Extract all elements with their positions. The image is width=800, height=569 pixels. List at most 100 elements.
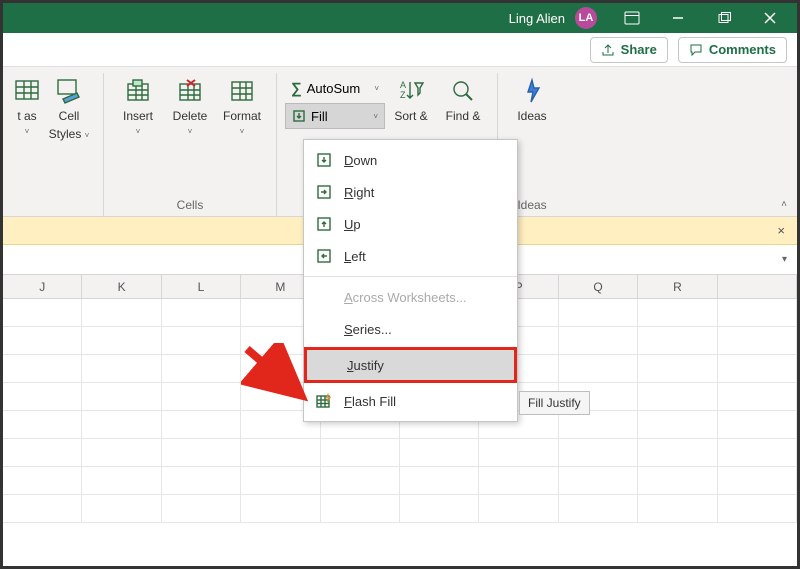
share-label: Share <box>621 42 657 57</box>
grid-cell[interactable] <box>82 383 161 411</box>
grid-cell[interactable] <box>718 467 797 495</box>
grid-cell[interactable] <box>321 495 400 523</box>
grid-cell[interactable] <box>82 299 161 327</box>
grid-cell[interactable] <box>3 411 82 439</box>
grid-cell[interactable] <box>638 327 717 355</box>
grid-cell[interactable] <box>718 299 797 327</box>
insert-button[interactable]: Insert ˅ <box>112 73 164 140</box>
fill-justify-menuitem[interactable]: Justify <box>304 347 517 383</box>
grid-cell[interactable] <box>82 327 161 355</box>
close-window-button[interactable] <box>749 3 791 33</box>
grid-cell[interactable] <box>82 355 161 383</box>
grid-cell[interactable] <box>638 383 717 411</box>
grid-cell[interactable] <box>3 467 82 495</box>
grid-cell[interactable] <box>559 439 638 467</box>
grid-cell[interactable] <box>718 439 797 467</box>
grid-cell[interactable] <box>162 383 241 411</box>
grid-cell[interactable] <box>638 495 717 523</box>
grid-cell[interactable] <box>400 439 479 467</box>
grid-row <box>3 495 797 523</box>
grid-cell[interactable] <box>559 411 638 439</box>
grid-cell[interactable] <box>321 439 400 467</box>
column-header[interactable]: L <box>162 275 241 298</box>
column-header[interactable]: R <box>638 275 717 298</box>
grid-cell[interactable] <box>241 439 320 467</box>
maximize-button[interactable] <box>703 3 745 33</box>
column-header[interactable] <box>718 275 797 298</box>
grid-cell[interactable] <box>162 467 241 495</box>
grid-cell[interactable] <box>479 467 558 495</box>
grid-cell[interactable] <box>638 467 717 495</box>
delete-button[interactable]: Delete ˅ <box>164 73 216 140</box>
fill-right-menuitem[interactable]: Right <box>304 176 517 208</box>
grid-cell[interactable] <box>82 411 161 439</box>
grid-cell[interactable] <box>162 355 241 383</box>
grid-cell[interactable] <box>559 495 638 523</box>
fill-down-menuitem[interactable]: DDownown <box>304 144 517 176</box>
fill-button[interactable]: Fill ˅ <box>285 103 385 129</box>
ideas-button[interactable]: Ideas <box>506 73 558 127</box>
grid-cell[interactable] <box>400 495 479 523</box>
grid-cell[interactable] <box>718 411 797 439</box>
grid-cell[interactable] <box>718 383 797 411</box>
fill-left-menuitem[interactable]: Left <box>304 240 517 272</box>
grid-row <box>3 439 797 467</box>
grid-cell[interactable] <box>638 439 717 467</box>
grid-cell[interactable] <box>162 411 241 439</box>
expand-formula-bar-button[interactable]: ▾ <box>782 254 787 265</box>
grid-cell[interactable] <box>718 355 797 383</box>
cell-styles-button[interactable]: Cell Styles ˅ <box>43 73 95 145</box>
fill-up-menuitem[interactable]: Up <box>304 208 517 240</box>
column-header[interactable]: J <box>3 275 82 298</box>
down-arrow-icon <box>316 152 332 168</box>
minimize-button[interactable] <box>657 3 699 33</box>
grid-cell[interactable] <box>3 439 82 467</box>
grid-cell[interactable] <box>241 467 320 495</box>
grid-cell[interactable] <box>162 439 241 467</box>
autosum-button[interactable]: ∑ AutoSum ˅ <box>285 75 385 101</box>
grid-cell[interactable] <box>3 299 82 327</box>
grid-cell[interactable] <box>82 439 161 467</box>
sigma-icon: ∑ <box>291 80 302 97</box>
grid-cell[interactable] <box>3 383 82 411</box>
format-button[interactable]: Format ˅ <box>216 73 268 140</box>
grid-cell[interactable] <box>638 411 717 439</box>
grid-cell[interactable] <box>400 467 479 495</box>
grid-cell[interactable] <box>718 495 797 523</box>
format-as-table-button[interactable]: t as ˅ <box>11 73 43 140</box>
grid-cell[interactable] <box>638 299 717 327</box>
user-avatar[interactable]: LA <box>575 7 597 29</box>
message-bar-close-button[interactable]: × <box>777 223 785 238</box>
grid-cell[interactable] <box>479 439 558 467</box>
grid-cell[interactable] <box>559 467 638 495</box>
grid-cell[interactable] <box>321 467 400 495</box>
flash-fill-menuitem[interactable]: Flash Fill <box>304 385 517 417</box>
share-button[interactable]: Share <box>590 37 668 63</box>
grid-cell[interactable] <box>559 355 638 383</box>
grid-cell[interactable] <box>638 355 717 383</box>
sort-filter-button[interactable]: AZ Sort & <box>385 73 437 127</box>
collapse-ribbon-button[interactable]: ˄ <box>771 193 797 216</box>
grid-cell[interactable] <box>82 467 161 495</box>
comments-button[interactable]: Comments <box>678 37 787 63</box>
grid-cell[interactable] <box>3 355 82 383</box>
column-header[interactable]: Q <box>559 275 638 298</box>
grid-cell[interactable] <box>241 495 320 523</box>
right-arrow-icon <box>316 184 332 200</box>
grid-cell[interactable] <box>479 495 558 523</box>
fill-series-menuitem[interactable]: Series... <box>304 313 517 345</box>
cells-group: Insert ˅ Delete ˅ Format ˅ Cells <box>104 73 277 216</box>
grid-cell[interactable] <box>559 327 638 355</box>
grid-row <box>3 467 797 495</box>
grid-cell[interactable] <box>162 299 241 327</box>
column-header[interactable]: K <box>82 275 161 298</box>
grid-cell[interactable] <box>718 327 797 355</box>
grid-cell[interactable] <box>3 495 82 523</box>
grid-cell[interactable] <box>559 299 638 327</box>
ribbon-display-options[interactable] <box>611 3 653 33</box>
grid-cell[interactable] <box>82 495 161 523</box>
grid-cell[interactable] <box>162 495 241 523</box>
find-select-button[interactable]: Find & <box>437 73 489 127</box>
grid-cell[interactable] <box>3 327 82 355</box>
grid-cell[interactable] <box>162 327 241 355</box>
